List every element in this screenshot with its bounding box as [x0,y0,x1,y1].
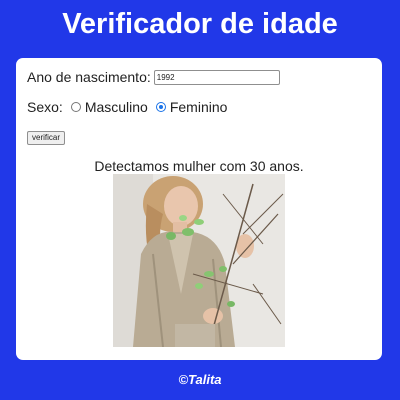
radio-feminino-label[interactable]: Feminino [170,99,228,115]
radio-masculino[interactable] [70,102,81,112]
woman-photo-icon [113,174,285,347]
result-message: Detectamos mulher com 30 anos. [94,158,304,174]
footer-credit: ©Talita [178,372,222,387]
sex-row: Sexo: Masculino Feminino [27,98,227,116]
page-title: Verificador de idade [62,8,338,40]
result-photo [113,174,285,347]
birth-year-input[interactable] [153,69,280,85]
verify-button[interactable]: verificar [27,131,66,145]
birth-year-label: Ano de nascimento: [27,69,151,85]
radio-masculino-label[interactable]: Masculino [85,99,148,115]
birth-year-row: Ano de nascimento: [27,68,280,86]
sex-label: Sexo: [27,99,63,115]
radio-feminino[interactable] [155,102,166,112]
page-header: Verificador de idade [0,0,400,50]
main-card: Ano de nascimento: Sexo: Masculino Femin… [16,58,382,360]
